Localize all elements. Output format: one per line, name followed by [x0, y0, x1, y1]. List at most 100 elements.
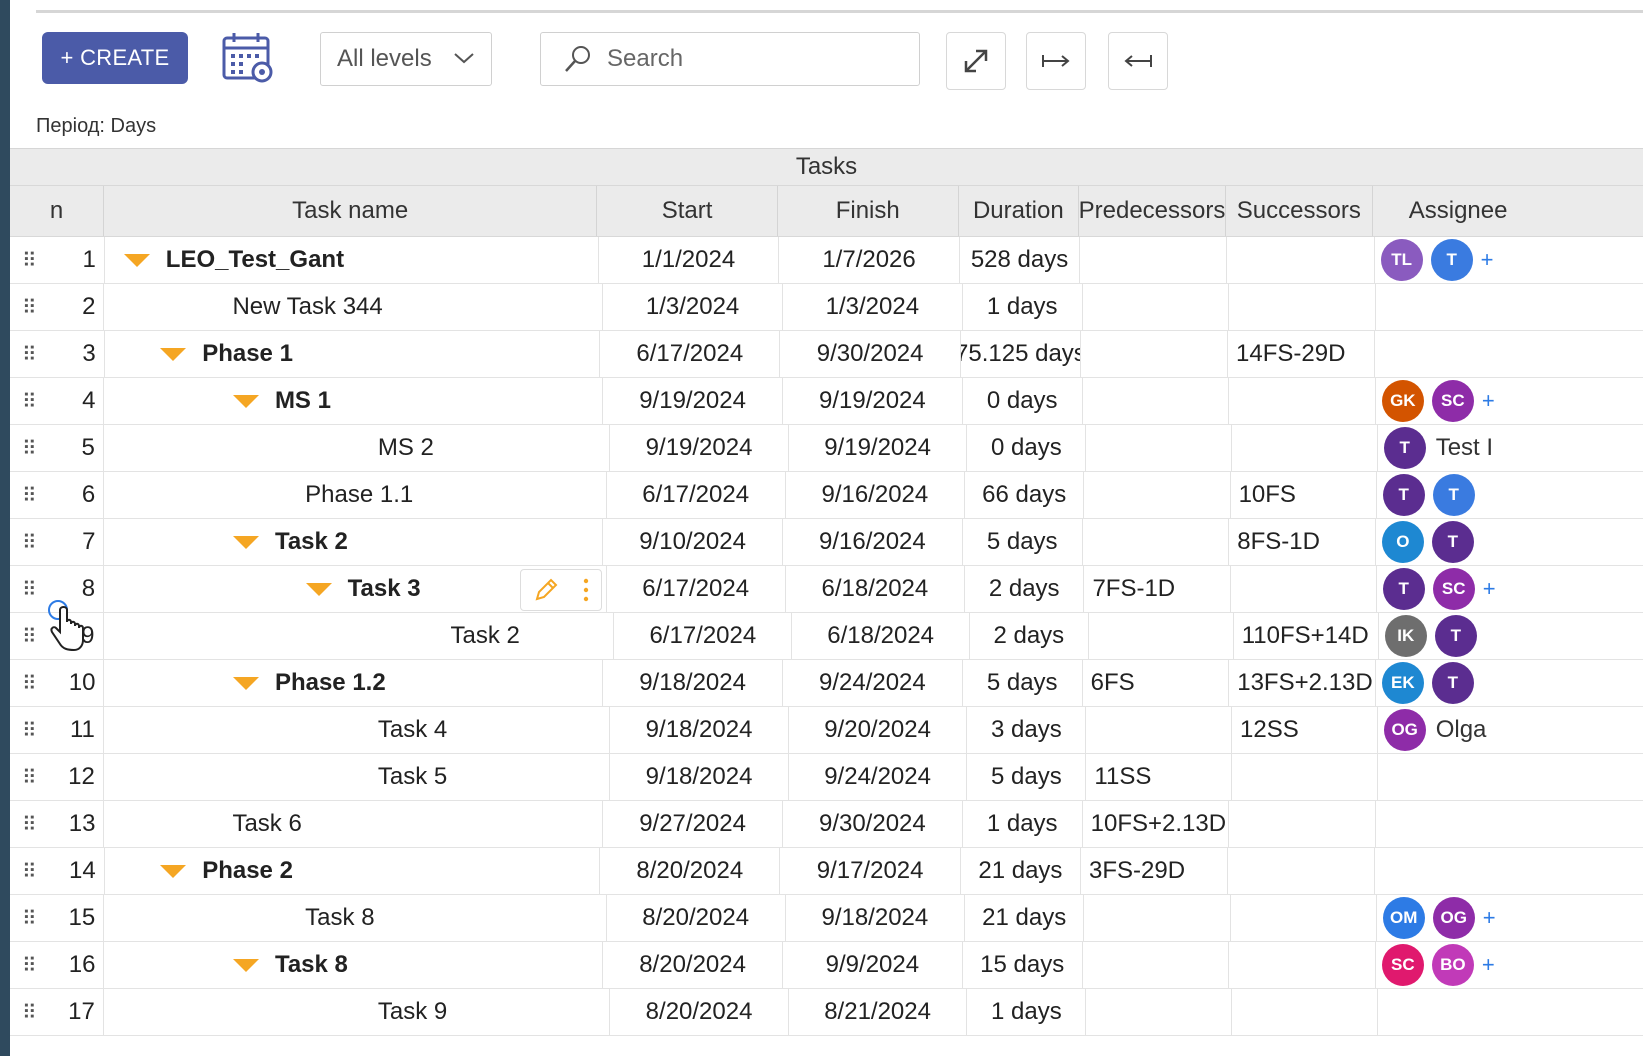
avatar[interactable]: OG [1432, 897, 1475, 939]
avatar[interactable]: T [1382, 568, 1425, 610]
assignee-cell[interactable] [1376, 801, 1643, 847]
table-row[interactable]: ⠿ 3 Phase 1 6/17/2024 9/30/2024 75.125 days 14… [10, 331, 1643, 378]
assignee-cell[interactable]: GK SC + [1376, 378, 1643, 424]
finish-cell[interactable]: 9/24/2024 [789, 754, 968, 800]
scroll-right-button[interactable] [1026, 32, 1086, 90]
edit-pencil-icon[interactable] [532, 576, 560, 604]
drag-handle-icon[interactable]: ⠿ [22, 671, 42, 696]
successors-cell[interactable] [1228, 848, 1376, 894]
avatar[interactable]: T [1382, 474, 1425, 516]
finish-cell[interactable]: 9/19/2024 [789, 425, 968, 471]
column-header-start[interactable]: Start [597, 186, 778, 236]
finish-cell[interactable]: 8/21/2024 [789, 989, 968, 1035]
task-name-cell[interactable]: Phase 1.2 [104, 660, 604, 706]
table-row[interactable]: ⠿ 13 Task 6 9/27/2024 9/30/2024 1 days 10FS+2.… [10, 801, 1643, 848]
drag-handle-icon[interactable]: ⠿ [22, 624, 41, 649]
drag-handle-icon[interactable]: ⠿ [22, 906, 42, 931]
task-name-cell[interactable]: LEO_Test_Gant [105, 237, 599, 283]
drag-handle-icon[interactable]: ⠿ [22, 577, 42, 602]
finish-cell[interactable]: 1/7/2026 [779, 237, 960, 283]
finish-cell[interactable]: 1/3/2024 [783, 284, 963, 330]
duration-cell[interactable]: 21 days [965, 895, 1085, 941]
predecessors-cell[interactable] [1086, 707, 1233, 753]
assignee-cell[interactable]: OT [1376, 519, 1643, 565]
task-name-cell[interactable]: Task 4 [104, 707, 611, 753]
table-row[interactable]: ⠿ 14 Phase 2 8/20/2024 9/17/2024 21 days 3FS-2… [10, 848, 1643, 895]
assignee-cell[interactable]: IK T [1379, 613, 1643, 659]
predecessors-cell[interactable] [1083, 378, 1230, 424]
finish-cell[interactable]: 6/18/2024 [786, 566, 965, 612]
duration-cell[interactable]: 1 days [963, 801, 1083, 847]
task-name-cell[interactable]: Task 8 [104, 942, 604, 988]
avatar[interactable]: OM [1382, 897, 1425, 939]
successors-cell[interactable]: 14FS-29D [1228, 331, 1376, 377]
avatar[interactable]: T [1383, 427, 1426, 469]
predecessors-cell[interactable] [1089, 613, 1234, 659]
predecessors-cell[interactable] [1086, 425, 1233, 471]
predecessors-cell[interactable] [1083, 284, 1230, 330]
finish-cell[interactable]: 9/30/2024 [780, 331, 961, 377]
drag-handle-icon[interactable]: ⠿ [22, 342, 42, 367]
start-cell[interactable]: 6/17/2024 [607, 472, 786, 518]
avatar[interactable]: O [1381, 521, 1424, 563]
start-cell[interactable]: 6/17/2024 [600, 331, 781, 377]
duration-cell[interactable]: 0 days [967, 425, 1087, 471]
predecessors-cell[interactable]: 11SS [1086, 754, 1233, 800]
drag-handle-icon[interactable]: ⠿ [22, 436, 42, 461]
table-row[interactable]: ⠿ 10 Phase 1.2 9/18/2024 9/24/2024 5 days 6FS 1… [10, 660, 1643, 707]
duration-cell[interactable]: 21 days [961, 848, 1082, 894]
drag-handle-icon[interactable]: ⠿ [22, 765, 42, 790]
task-name-cell[interactable]: Phase 1 [105, 331, 601, 377]
table-row[interactable]: ⠿ 15 Task 8 8/20/2024 9/18/2024 21 days OM OG + [10, 895, 1643, 942]
finish-cell[interactable]: 9/20/2024 [789, 707, 968, 753]
task-name-cell[interactable]: MS 2 [104, 425, 611, 471]
avatar[interactable]: SC [1431, 380, 1474, 422]
table-row[interactable]: ⠿ 12 Task 5 9/18/2024 9/24/2024 5 days 11SS [10, 754, 1643, 801]
assignee-cell[interactable]: TT [1377, 472, 1643, 518]
drag-handle-icon[interactable]: ⠿ [22, 718, 42, 743]
drag-handle-icon[interactable]: ⠿ [22, 248, 42, 273]
start-cell[interactable]: 9/18/2024 [610, 754, 789, 800]
drag-handle-icon[interactable]: ⠿ [22, 483, 42, 508]
duration-cell[interactable]: 75.125 days [961, 331, 1082, 377]
duration-cell[interactable]: 5 days [967, 754, 1087, 800]
assignee-cell[interactable]: TL T + [1375, 237, 1643, 283]
successors-cell[interactable] [1231, 566, 1377, 612]
table-row[interactable]: ⠿ 6 Phase 1.1 6/17/2024 9/16/2024 66 days 10FS… [10, 472, 1643, 519]
table-row[interactable]: ⠿ 16 Task 8 8/20/2024 9/9/2024 15 days SC BO + [10, 942, 1643, 989]
start-cell[interactable]: 8/20/2024 [603, 942, 783, 988]
predecessors-cell[interactable] [1083, 942, 1230, 988]
predecessors-cell[interactable]: 10FS+2.13D [1083, 801, 1230, 847]
successors-cell[interactable]: 10FS [1231, 472, 1377, 518]
create-button[interactable]: + CREATE [42, 32, 188, 84]
scroll-left-button[interactable] [1108, 32, 1168, 90]
more-vertical-icon[interactable] [582, 576, 590, 604]
duration-cell[interactable]: 2 days [970, 613, 1089, 659]
collapse-toggle-icon[interactable] [160, 864, 187, 878]
avatar[interactable]: EK [1381, 662, 1424, 704]
assignee-cell[interactable]: OM OG + [1377, 895, 1643, 941]
collapse-toggle-icon[interactable] [232, 394, 259, 408]
collapse-toggle-icon[interactable] [160, 347, 187, 361]
start-cell[interactable]: 8/20/2024 [600, 848, 781, 894]
avatar[interactable]: SC [1432, 568, 1475, 610]
assignee-cell[interactable]: T SC + [1377, 566, 1643, 612]
successors-cell[interactable] [1232, 989, 1378, 1035]
table-row[interactable]: ⠿ 1 LEO_Test_Gant 1/1/2024 1/7/2026 528 days T… [10, 237, 1643, 284]
table-row[interactable]: ⠿ 2 New Task 344 1/3/2024 1/3/2024 1 days [10, 284, 1643, 331]
assignee-cell[interactable] [1378, 989, 1643, 1035]
duration-cell[interactable]: 5 days [963, 660, 1083, 706]
column-header-finish[interactable]: Finish [778, 186, 959, 236]
start-cell[interactable]: 9/19/2024 [610, 425, 789, 471]
predecessors-cell[interactable] [1086, 989, 1233, 1035]
task-name-cell[interactable]: Phase 1.1 [104, 472, 607, 518]
finish-cell[interactable]: 9/9/2024 [783, 942, 963, 988]
successors-cell[interactable] [1232, 425, 1378, 471]
collapse-toggle-icon[interactable] [232, 535, 259, 549]
column-header-predecessors[interactable]: Predecessors [1079, 186, 1226, 236]
table-row[interactable]: ⠿ 11 Task 4 9/18/2024 9/20/2024 3 days 12SS OG O… [10, 707, 1643, 754]
duration-cell[interactable]: 1 days [967, 989, 1087, 1035]
start-cell[interactable]: 8/20/2024 [607, 895, 786, 941]
predecessors-cell[interactable] [1084, 895, 1231, 941]
duration-cell[interactable]: 3 days [967, 707, 1087, 753]
